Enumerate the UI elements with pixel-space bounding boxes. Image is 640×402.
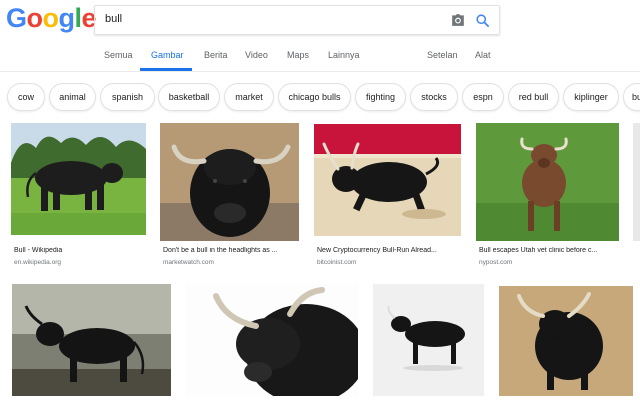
result-image-3[interactable] — [314, 124, 461, 236]
result-source-3: bitcoinist.com — [317, 259, 357, 266]
result-title-2[interactable]: Don't be a bull in the headlights as ... — [163, 247, 299, 254]
related-searches: cow animal spanish basketball market chi… — [0, 83, 640, 113]
chip-red-bull[interactable]: red bull — [508, 83, 559, 111]
search-input[interactable]: bull — [105, 13, 122, 25]
result-source-4: nypost.com — [479, 259, 513, 266]
result-title-3[interactable]: New Cryptocurrency Bull-Run Alread... — [317, 247, 461, 254]
result-image-8[interactable] — [373, 284, 484, 396]
chip-stocks[interactable]: stocks — [410, 83, 458, 111]
tab-news[interactable]: Berita — [204, 50, 228, 60]
chip-kiplinger[interactable]: kiplinger — [563, 83, 619, 111]
chip-basketball[interactable]: basketball — [158, 83, 220, 111]
chip-chicago-bulls[interactable]: chicago bulls — [278, 83, 351, 111]
result-source-2: marketwatch.com — [163, 259, 214, 266]
result-title-1[interactable]: Bull - Wikipedia — [14, 247, 146, 254]
chip-cow[interactable]: cow — [7, 83, 45, 111]
tab-videos[interactable]: Video — [245, 50, 268, 60]
chip-animal[interactable]: animal — [49, 83, 96, 111]
search-box[interactable]: bull — [94, 5, 500, 35]
tab-more[interactable]: Lainnya — [328, 50, 360, 60]
chip-espn[interactable]: espn — [462, 83, 504, 111]
header-divider — [0, 71, 640, 72]
result-image-2[interactable] — [160, 123, 299, 241]
chip-partial[interactable]: bu — [623, 83, 640, 111]
result-source-1: en.wikipedia.org — [14, 259, 61, 266]
tab-images[interactable]: Gambar — [151, 50, 184, 60]
tab-tools[interactable]: Alat — [475, 50, 491, 60]
google-logo[interactable]: Google — [6, 3, 97, 34]
tab-maps[interactable]: Maps — [287, 50, 309, 60]
search-tabs: Semua Gambar Berita Video Maps Lainnya S… — [0, 50, 640, 72]
tab-settings[interactable]: Setelan — [427, 50, 458, 60]
camera-icon[interactable] — [451, 14, 465, 26]
search-icon[interactable] — [475, 13, 490, 28]
chip-spanish[interactable]: spanish — [100, 83, 155, 111]
chip-fighting[interactable]: fighting — [355, 83, 406, 111]
tab-all[interactable]: Semua — [104, 50, 133, 60]
result-title-4[interactable]: Bull escapes Utah vet clinic before c... — [479, 247, 619, 254]
chip-market[interactable]: market — [224, 83, 274, 111]
result-image-4[interactable] — [476, 123, 619, 241]
result-image-6[interactable] — [12, 284, 171, 396]
result-image-1[interactable] — [11, 123, 146, 235]
result-image-9[interactable] — [499, 286, 633, 396]
result-image-5-partial[interactable] — [633, 123, 640, 241]
result-image-7[interactable] — [186, 284, 358, 396]
